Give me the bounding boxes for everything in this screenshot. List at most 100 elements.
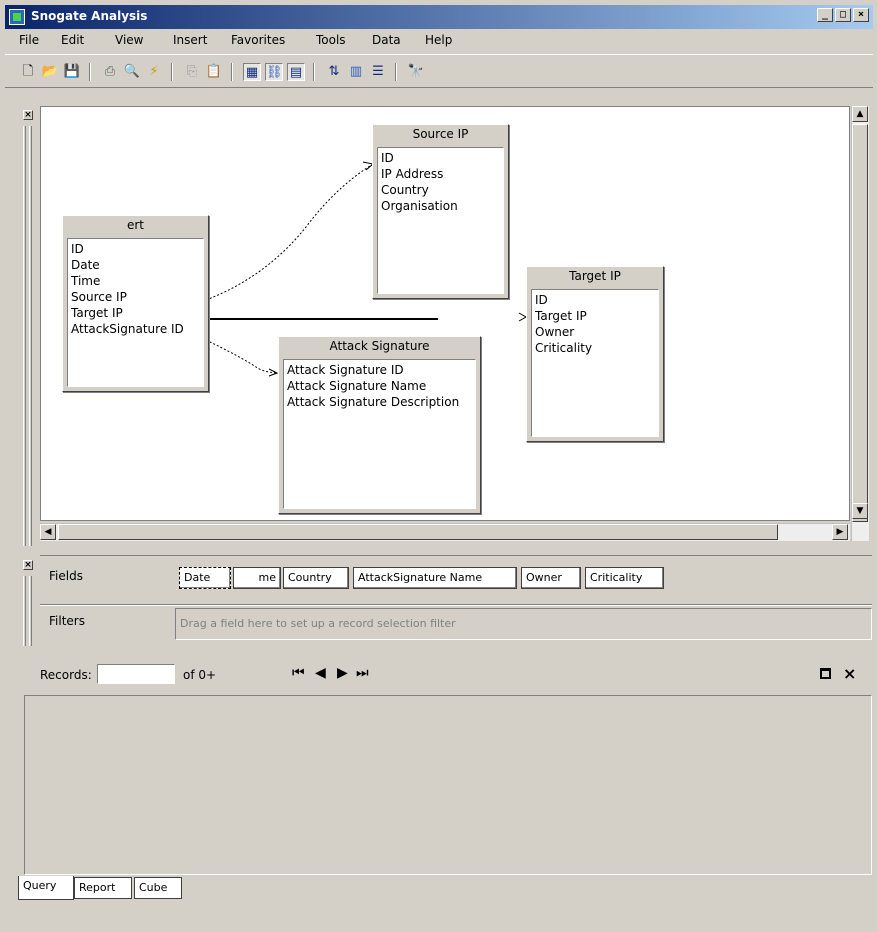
filters-drop-zone[interactable]: Drag a field here to set up a record sel… (175, 608, 872, 640)
field-item[interactable]: IP Address (381, 166, 500, 182)
field-item[interactable]: ID (535, 292, 655, 308)
field-item[interactable]: Attack Signature Name (287, 378, 472, 394)
field-item[interactable]: Date (71, 257, 200, 273)
print-preview-icon[interactable]: 🔍 (123, 63, 141, 81)
columns-icon[interactable]: ▥ (347, 63, 365, 81)
panel-grip[interactable] (23, 126, 26, 546)
field-chip-attack-signature-name[interactable]: AttackSignature Name (353, 567, 517, 589)
table-alert[interactable]: ert ID Date Time Source IP Target IP Att… (62, 215, 209, 392)
scroll-left-icon[interactable]: ◀ (40, 524, 56, 540)
records-label: Records: (40, 668, 92, 682)
toolbar-separator (395, 63, 397, 81)
field-item[interactable]: Attack Signature Description (287, 394, 472, 410)
scroll-right-icon[interactable]: ▶ (832, 524, 848, 540)
vertical-scrollbar[interactable]: ▲ ▼ (851, 106, 869, 541)
close-diagram-panel-icon[interactable]: × (23, 110, 33, 120)
last-record-icon[interactable]: ⏭ (356, 665, 369, 681)
toolbar: 🗋 📂 💾 ⎙ 🔍 ⚡ ⎘ 📋 ▦ ⛓ ▤ ⇅ ▥ ☰ 🔭 (5, 54, 873, 88)
field-item[interactable]: Attack Signature ID (287, 362, 472, 378)
field-item[interactable]: Owner (535, 324, 655, 340)
menu-data[interactable]: Data (372, 33, 401, 47)
table-source-ip[interactable]: Source IP ID IP Address Country Organisa… (372, 124, 509, 299)
table-title: Attack Signature (329, 339, 430, 353)
table-title: Target IP (569, 269, 621, 283)
menu-help[interactable]: Help (425, 33, 452, 47)
save-icon[interactable]: 💾 (63, 63, 81, 81)
table-title: Source IP (412, 127, 469, 141)
paste-icon[interactable]: 📋 (205, 63, 223, 81)
tab-query[interactable]: Query (18, 876, 74, 900)
menu-edit[interactable]: Edit (61, 33, 84, 47)
first-record-icon[interactable]: ⏮ (292, 665, 305, 681)
toolbar-separator (313, 63, 315, 81)
records-count: of 0+ (183, 668, 217, 682)
menu-insert[interactable]: Insert (173, 33, 207, 47)
field-item[interactable]: Organisation (381, 198, 500, 214)
table-target-ip[interactable]: Target IP ID Target IP Owner Criticality (526, 266, 664, 442)
field-list: ID Target IP Owner Criticality (531, 289, 659, 437)
scroll-up-icon[interactable]: ▲ (852, 106, 868, 122)
tab-report[interactable]: Report (74, 877, 132, 899)
copy-icon[interactable]: ⎘ (183, 63, 201, 81)
menu-view[interactable]: View (115, 33, 143, 47)
close-fields-panel-icon[interactable]: × (23, 560, 33, 570)
field-item[interactable]: Target IP (71, 305, 200, 321)
menu-bar: File Edit View Insert Favorites Tools Da… (5, 30, 873, 52)
scroll-thumb[interactable] (58, 524, 778, 540)
records-input[interactable] (97, 664, 175, 684)
next-record-icon[interactable]: ▶ (337, 665, 348, 681)
toolbar-separator (171, 63, 173, 81)
sort-icon[interactable]: ⇅ (325, 63, 343, 81)
field-chip-country[interactable]: Country (283, 567, 349, 589)
table-attack-signature[interactable]: Attack Signature Attack Signature ID Att… (278, 336, 481, 514)
close-results-icon[interactable]: × (843, 664, 856, 683)
maximize-results-icon[interactable] (820, 668, 831, 679)
filter-icon[interactable]: ☰ (369, 63, 387, 81)
table-title: ert (126, 218, 145, 232)
field-list: ID IP Address Country Organisation (377, 147, 504, 294)
field-item[interactable]: Criticality (535, 340, 655, 356)
toolbar-separator (231, 63, 233, 81)
prev-record-icon[interactable]: ◀ (315, 665, 326, 681)
open-icon[interactable]: 📂 (41, 63, 59, 81)
field-chip-criticality[interactable]: Criticality (585, 567, 664, 589)
filters-label: Filters (49, 614, 85, 628)
minimize-button[interactable]: _ (817, 8, 833, 22)
run-icon[interactable]: ⚡ (145, 63, 163, 81)
field-item[interactable]: AttackSignature ID (71, 321, 200, 337)
field-item[interactable]: Time (71, 273, 200, 289)
query-diagram[interactable]: ert ID Date Time Source IP Target IP Att… (40, 106, 850, 521)
print-icon[interactable]: ⎙ (101, 63, 119, 81)
maximize-button[interactable]: □ (835, 8, 851, 22)
fields-label: Fields (49, 569, 83, 583)
field-chip-time[interactable]: me (233, 567, 281, 589)
field-item[interactable]: ID (381, 150, 500, 166)
menu-tools[interactable]: Tools (316, 33, 346, 47)
scroll-thumb[interactable] (852, 124, 868, 522)
divider (40, 604, 872, 606)
joins-icon[interactable]: ⛓ (265, 63, 283, 81)
field-item[interactable]: Target IP (535, 308, 655, 324)
find-icon[interactable]: 🔭 (407, 63, 425, 81)
grid-icon[interactable]: ▤ (287, 63, 305, 81)
field-list: Attack Signature ID Attack Signature Nam… (283, 359, 476, 509)
panel-grip[interactable] (23, 576, 26, 646)
horizontal-scrollbar[interactable]: ◀ ▶ (40, 523, 850, 541)
app-icon (9, 9, 25, 25)
new-icon[interactable]: 🗋 (19, 63, 37, 81)
panel-grip[interactable] (29, 126, 32, 546)
field-chip-owner[interactable]: Owner (521, 567, 581, 589)
close-button[interactable]: × (853, 8, 869, 22)
field-item[interactable]: ID (71, 241, 200, 257)
menu-file[interactable]: File (19, 33, 39, 47)
panel-grip[interactable] (29, 576, 32, 646)
menu-favorites[interactable]: Favorites (231, 33, 285, 47)
field-chip-date[interactable]: Date (179, 567, 231, 589)
field-item[interactable]: Source IP (71, 289, 200, 305)
tab-cube[interactable]: Cube (134, 877, 182, 899)
window-title: Snogate Analysis (31, 9, 148, 23)
fields-icon[interactable]: ▦ (243, 63, 261, 81)
scroll-down-icon[interactable]: ▼ (852, 503, 868, 519)
results-grid[interactable] (24, 695, 872, 875)
field-item[interactable]: Country (381, 182, 500, 198)
